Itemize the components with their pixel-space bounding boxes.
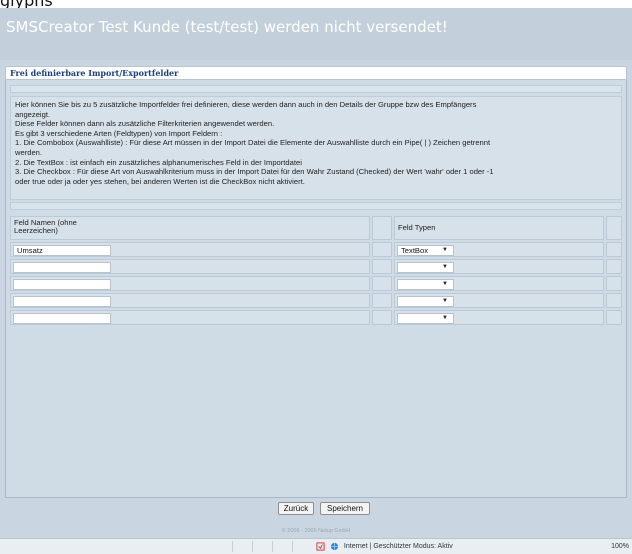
table-row: ▼ [394, 310, 604, 325]
shield-icon [316, 542, 325, 551]
field-name-input-5[interactable] [13, 313, 111, 324]
chevron-down-icon: ▼ [442, 264, 448, 270]
chevron-down-icon: ▼ [442, 281, 448, 287]
status-divider [252, 541, 253, 552]
info-line: 2. Die TextBox : ist einfach ein zusätzl… [15, 157, 302, 167]
info-line: werden. [15, 147, 43, 157]
field-name-input-2[interactable] [13, 262, 111, 273]
security-zone[interactable]: Internet | Geschützter Modus: Aktiv [316, 541, 453, 552]
section-title: Frei definierbare Import/Exportfelder [10, 68, 179, 78]
row-end [606, 242, 622, 257]
field-type-select-4[interactable]: ▼ [397, 296, 454, 307]
globe-icon [330, 542, 339, 550]
table-row: ▼ [394, 259, 604, 274]
info-text-box: Hier können Sie bis zu 5 zusätzliche Imp… [10, 96, 622, 200]
chevron-down-icon: ▼ [442, 298, 448, 304]
field-name-input-1[interactable] [13, 245, 111, 256]
table-row: ▼ [394, 276, 604, 291]
save-button[interactable]: Speichern [320, 502, 370, 515]
info-line: 1. Die Combobox (Auswahlliste) : Für die… [15, 138, 491, 148]
window-top-strip: glyphs [0, 0, 632, 10]
table-row: TextBox ▼ [394, 242, 604, 257]
row-spacer [372, 242, 392, 257]
row-end [606, 293, 622, 308]
info-line: Hier können Sie bis zu 5 zusätzliche Imp… [15, 100, 477, 109]
content-panel: Hier können Sie bis zu 5 zusätzliche Imp… [5, 80, 627, 498]
row-spacer [372, 259, 392, 274]
row-spacer [372, 293, 392, 308]
field-type-select-1[interactable]: TextBox ▼ [397, 245, 454, 256]
field-type-select-2[interactable]: ▼ [397, 262, 454, 273]
table-row [10, 242, 370, 257]
info-line: Es gibt 3 verschiedene Arten (Feldtypen)… [15, 128, 223, 138]
row-end [606, 259, 622, 274]
field-name-input-4[interactable] [13, 296, 111, 307]
section-header: Frei definierbare Import/Exportfelder [5, 66, 627, 80]
info-line: angezeigt. [15, 109, 51, 119]
info-line: oder true oder ja oder yes stehen, bei a… [15, 176, 305, 186]
chevron-down-icon: ▼ [442, 315, 448, 321]
status-divider [292, 541, 293, 552]
row-end [606, 276, 622, 291]
header-field-types: Feld Typen [394, 216, 604, 240]
status-divider [232, 541, 233, 552]
chevron-down-icon: ▼ [442, 247, 448, 253]
field-type-value: TextBox [401, 246, 429, 255]
row-spacer [372, 310, 392, 325]
table-row [10, 310, 370, 325]
table-row: ▼ [394, 293, 604, 308]
status-divider [272, 541, 273, 552]
browser-status-bar: Internet | Geschützter Modus: Aktiv 100% [0, 538, 632, 554]
spacer-row [10, 202, 622, 210]
field-type-select-3[interactable]: ▼ [397, 279, 454, 290]
security-zone-label: Internet | Geschützter Modus: Aktiv [343, 543, 453, 550]
spacer-row [10, 85, 622, 93]
copyright-text: © 2006 - 2009 Netup GmbH [281, 528, 351, 534]
field-type-select-5[interactable]: ▼ [397, 313, 454, 324]
table-row [10, 259, 370, 274]
table-row [10, 293, 370, 308]
table-row [10, 276, 370, 291]
info-line: 3. Die Checkbox : Für diese Art von Ausw… [15, 167, 494, 177]
field-name-input-3[interactable] [13, 279, 111, 290]
header-field-names-label: Feld Namen (ohne Leerzeichen) [14, 218, 77, 235]
zoom-control[interactable]: 100% [611, 541, 629, 552]
header-field-types-label: Feld Typen [398, 223, 436, 232]
back-button[interactable]: Zurück [278, 502, 314, 515]
zoom-level: 100% [611, 543, 629, 550]
header-field-names: Feld Namen (ohne Leerzeichen) [10, 216, 370, 240]
header-end [606, 216, 622, 240]
form-footer: Zurück Speichern © 2006 - 2009 Netup Gmb… [0, 498, 632, 538]
info-line: Diese Felder können dann als zusätzliche… [15, 119, 275, 129]
banner-title: SMSCreator Test Kunde (test/test) werden… [6, 18, 448, 36]
header-spacer [372, 216, 392, 240]
row-end [606, 310, 622, 325]
app-banner: SMSCreator Test Kunde (test/test) werden… [0, 8, 632, 60]
row-spacer [372, 276, 392, 291]
